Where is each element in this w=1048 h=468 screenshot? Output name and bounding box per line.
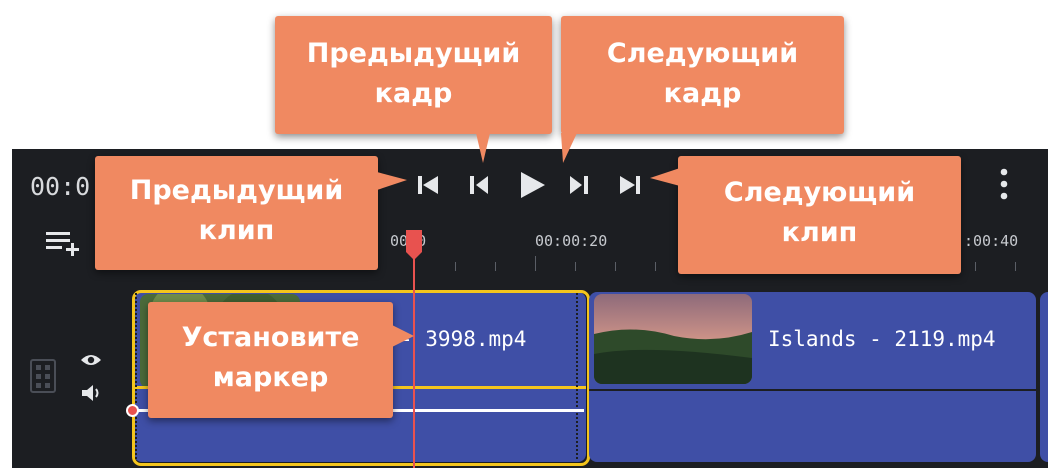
callout-pointer [476, 133, 490, 163]
clip-name: Islands - 2119.mp4 [768, 327, 996, 351]
callout-pointer [377, 172, 407, 190]
more-menu-icon[interactable] [995, 164, 1013, 204]
clip-thumbnail [594, 294, 752, 384]
video-clip-partial[interactable] [1040, 292, 1048, 462]
ruler-tick [655, 262, 656, 271]
eye-icon[interactable] [80, 352, 102, 368]
callout-previous-clip: Предыдущий клип [95, 156, 378, 270]
clip-trim-handle-left[interactable] [135, 293, 141, 459]
speaker-icon[interactable] [80, 383, 102, 403]
ruler-tick [495, 262, 496, 271]
callout-set-marker: Установите маркер [148, 302, 393, 418]
ruler-label: :00:40 [964, 232, 1019, 250]
callout-previous-frame: Предыдущий кадр [275, 16, 552, 134]
previous-frame-icon[interactable] [463, 171, 493, 199]
ruler-tick [975, 262, 976, 271]
ruler-tick [455, 262, 456, 271]
next-frame-icon[interactable] [565, 171, 595, 199]
callout-pointer [392, 325, 414, 347]
previous-clip-icon[interactable] [413, 171, 443, 199]
add-track-icon[interactable] [44, 228, 86, 258]
ruler-label: 00:00:20 [535, 232, 608, 250]
callout-next-clip: Следующий клип [678, 156, 961, 274]
ruler-tick [615, 262, 616, 271]
playhead-line [413, 248, 415, 468]
volume-keyframe[interactable] [126, 404, 139, 417]
ruler-tick [535, 256, 536, 271]
play-icon[interactable] [515, 169, 549, 201]
timecode-display: 00:0 [30, 172, 91, 201]
ruler-tick [575, 262, 576, 271]
callout-pointer [561, 133, 577, 163]
clip-divider [589, 389, 1036, 391]
track-drag-handle-icon[interactable] [30, 358, 56, 394]
ruler-tick [1015, 262, 1016, 271]
clip-trim-handle-right[interactable] [576, 293, 582, 459]
next-clip-icon[interactable] [615, 171, 645, 199]
callout-next-frame: Следующий кадр [561, 16, 844, 134]
playhead-marker[interactable] [404, 228, 424, 262]
callout-pointer [650, 168, 680, 186]
